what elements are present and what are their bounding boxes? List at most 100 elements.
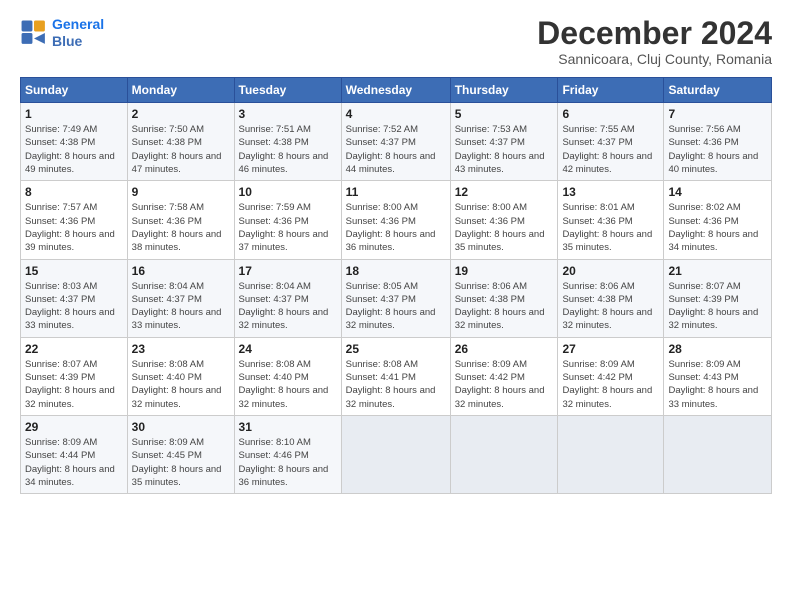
calendar-cell: 16 Sunrise: 8:04 AMSunset: 4:37 PMDayligh… (127, 259, 234, 337)
day-detail: Sunrise: 7:51 AMSunset: 4:38 PMDaylight:… (239, 123, 337, 176)
calendar-cell: 3Sunrise: 7:51 AMSunset: 4:38 PMDaylight… (234, 103, 341, 181)
day-detail: Sunrise: 7:56 AMSunset: 4:36 PMDaylight:… (668, 123, 767, 176)
day-detail: Sunrise: 8:06 AMSunset: 4:38 PMDaylight:… (562, 280, 659, 333)
day-detail: Sunrise: 8:09 AMSunset: 4:44 PMDaylight:… (25, 436, 123, 489)
day-number: 6 (562, 107, 659, 121)
day-detail: Sunrise: 8:08 AMSunset: 4:40 PMDaylight:… (239, 358, 337, 411)
calendar-cell: 20 Sunrise: 8:06 AMSunset: 4:38 PMDayligh… (558, 259, 664, 337)
header-saturday: Saturday (664, 78, 772, 103)
calendar-cell: 23Sunrise: 8:08 AMSunset: 4:40 PMDayligh… (127, 337, 234, 415)
day-number: 13 (562, 185, 659, 199)
calendar-cell: 29 Sunrise: 8:09 AMSunset: 4:44 PMDayligh… (21, 415, 128, 493)
day-number: 25 (346, 342, 446, 356)
day-number: 28 (668, 342, 767, 356)
day-number: 15 (25, 264, 123, 278)
calendar-cell: 17 Sunrise: 8:04 AMSunset: 4:37 PMDayligh… (234, 259, 341, 337)
day-detail: Sunrise: 8:05 AMSunset: 4:37 PMDaylight:… (346, 280, 446, 333)
header-monday: Monday (127, 78, 234, 103)
day-detail: Sunrise: 7:57 AMSunset: 4:36 PMDaylight:… (25, 201, 123, 254)
header-tuesday: Tuesday (234, 78, 341, 103)
calendar-cell: 22 Sunrise: 8:07 AMSunset: 4:39 PMDayligh… (21, 337, 128, 415)
day-detail: Sunrise: 7:53 AMSunset: 4:37 PMDaylight:… (455, 123, 554, 176)
header-thursday: Thursday (450, 78, 558, 103)
day-number: 10 (239, 185, 337, 199)
calendar-week-4: 22 Sunrise: 8:07 AMSunset: 4:39 PMDayligh… (21, 337, 772, 415)
day-detail: Sunrise: 8:09 AMSunset: 4:45 PMDaylight:… (132, 436, 230, 489)
day-number: 2 (132, 107, 230, 121)
title-area: December 2024 Sannicoara, Cluj County, R… (537, 16, 772, 67)
day-number: 17 (239, 264, 337, 278)
day-detail: Sunrise: 8:09 AMSunset: 4:42 PMDaylight:… (455, 358, 554, 411)
day-detail: Sunrise: 8:09 AMSunset: 4:42 PMDaylight:… (562, 358, 659, 411)
day-detail: Sunrise: 8:04 AMSunset: 4:37 PMDaylight:… (239, 280, 337, 333)
location-subtitle: Sannicoara, Cluj County, Romania (537, 51, 772, 67)
calendar-week-1: 1 Sunrise: 7:49 AMSunset: 4:38 PMDaylight… (21, 103, 772, 181)
calendar-week-3: 15Sunrise: 8:03 AMSunset: 4:37 PMDayligh… (21, 259, 772, 337)
logo-line1: General (52, 16, 104, 32)
day-detail: Sunrise: 8:09 AMSunset: 4:43 PMDaylight:… (668, 358, 767, 411)
day-number: 9 (132, 185, 230, 199)
day-number: 5 (455, 107, 554, 121)
day-number: 20 (562, 264, 659, 278)
day-detail: Sunrise: 8:08 AMSunset: 4:40 PMDaylight:… (132, 358, 230, 411)
calendar-cell (450, 415, 558, 493)
day-detail: Sunrise: 8:00 AMSunset: 4:36 PMDaylight:… (455, 201, 554, 254)
day-detail: Sunrise: 8:07 AMSunset: 4:39 PMDaylight:… (668, 280, 767, 333)
calendar-cell: 14 Sunrise: 8:02 AMSunset: 4:36 PMDayligh… (664, 181, 772, 259)
day-number: 27 (562, 342, 659, 356)
calendar-cell: 27 Sunrise: 8:09 AMSunset: 4:42 PMDayligh… (558, 337, 664, 415)
calendar-cell (558, 415, 664, 493)
day-number: 1 (25, 107, 123, 121)
day-detail: Sunrise: 8:08 AMSunset: 4:41 PMDaylight:… (346, 358, 446, 411)
day-number: 31 (239, 420, 337, 434)
calendar-week-2: 8 Sunrise: 7:57 AMSunset: 4:36 PMDaylight… (21, 181, 772, 259)
calendar-cell: 30 Sunrise: 8:09 AMSunset: 4:45 PMDayligh… (127, 415, 234, 493)
page: General Blue December 2024 Sannicoara, C… (0, 0, 792, 612)
calendar-header-row: Sunday Monday Tuesday Wednesday Thursday… (21, 78, 772, 103)
day-number: 24 (239, 342, 337, 356)
day-number: 8 (25, 185, 123, 199)
day-number: 22 (25, 342, 123, 356)
day-detail: Sunrise: 7:49 AMSunset: 4:38 PMDaylight:… (25, 123, 123, 176)
calendar-cell: 21Sunrise: 8:07 AMSunset: 4:39 PMDayligh… (664, 259, 772, 337)
day-number: 7 (668, 107, 767, 121)
calendar-cell: 7 Sunrise: 7:56 AMSunset: 4:36 PMDaylight… (664, 103, 772, 181)
logo-icon (20, 19, 48, 47)
day-detail: Sunrise: 8:06 AMSunset: 4:38 PMDaylight:… (455, 280, 554, 333)
day-detail: Sunrise: 7:52 AMSunset: 4:37 PMDaylight:… (346, 123, 446, 176)
calendar-cell: 9 Sunrise: 7:58 AMSunset: 4:36 PMDaylight… (127, 181, 234, 259)
day-number: 12 (455, 185, 554, 199)
day-detail: Sunrise: 8:10 AMSunset: 4:46 PMDaylight:… (239, 436, 337, 489)
calendar-cell: 1 Sunrise: 7:49 AMSunset: 4:38 PMDaylight… (21, 103, 128, 181)
day-number: 30 (132, 420, 230, 434)
day-number: 16 (132, 264, 230, 278)
calendar-cell: 13Sunrise: 8:01 AMSunset: 4:36 PMDayligh… (558, 181, 664, 259)
day-number: 4 (346, 107, 446, 121)
day-detail: Sunrise: 8:07 AMSunset: 4:39 PMDaylight:… (25, 358, 123, 411)
day-detail: Sunrise: 7:50 AMSunset: 4:38 PMDaylight:… (132, 123, 230, 176)
day-number: 11 (346, 185, 446, 199)
day-detail: Sunrise: 7:59 AMSunset: 4:36 PMDaylight:… (239, 201, 337, 254)
day-detail: Sunrise: 8:02 AMSunset: 4:36 PMDaylight:… (668, 201, 767, 254)
calendar-cell: 6Sunrise: 7:55 AMSunset: 4:37 PMDaylight… (558, 103, 664, 181)
day-detail: Sunrise: 8:04 AMSunset: 4:37 PMDaylight:… (132, 280, 230, 333)
calendar-cell: 8 Sunrise: 7:57 AMSunset: 4:36 PMDaylight… (21, 181, 128, 259)
day-number: 14 (668, 185, 767, 199)
calendar-cell: 15Sunrise: 8:03 AMSunset: 4:37 PMDayligh… (21, 259, 128, 337)
day-number: 29 (25, 420, 123, 434)
calendar-cell: 5 Sunrise: 7:53 AMSunset: 4:37 PMDaylight… (450, 103, 558, 181)
day-number: 18 (346, 264, 446, 278)
calendar-cell: 24 Sunrise: 8:08 AMSunset: 4:40 PMDayligh… (234, 337, 341, 415)
calendar-cell: 25 Sunrise: 8:08 AMSunset: 4:41 PMDayligh… (341, 337, 450, 415)
day-detail: Sunrise: 8:00 AMSunset: 4:36 PMDaylight:… (346, 201, 446, 254)
day-number: 19 (455, 264, 554, 278)
calendar-cell: 4 Sunrise: 7:52 AMSunset: 4:37 PMDaylight… (341, 103, 450, 181)
calendar-cell: 10 Sunrise: 7:59 AMSunset: 4:36 PMDayligh… (234, 181, 341, 259)
calendar-cell: 2 Sunrise: 7:50 AMSunset: 4:38 PMDaylight… (127, 103, 234, 181)
month-title: December 2024 (537, 16, 772, 51)
calendar-cell (341, 415, 450, 493)
calendar-cell: 11 Sunrise: 8:00 AMSunset: 4:36 PMDayligh… (341, 181, 450, 259)
header-friday: Friday (558, 78, 664, 103)
day-detail: Sunrise: 7:58 AMSunset: 4:36 PMDaylight:… (132, 201, 230, 254)
calendar-cell: 31 Sunrise: 8:10 AMSunset: 4:46 PMDayligh… (234, 415, 341, 493)
